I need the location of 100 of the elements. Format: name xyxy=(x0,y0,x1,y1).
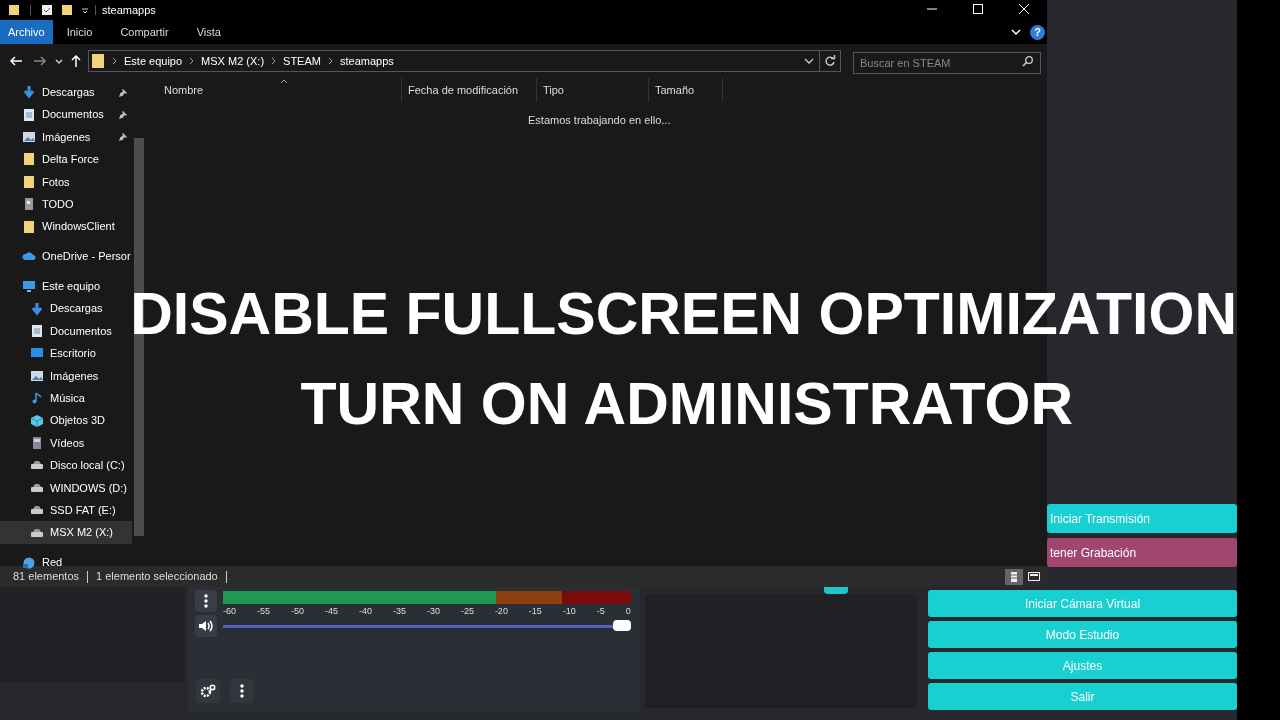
music-icon xyxy=(30,391,44,406)
folder-icon xyxy=(22,152,36,167)
scale-label: -40 xyxy=(358,605,372,617)
item-label: Descargas xyxy=(42,84,95,100)
ribbon-tab[interactable]: Vista xyxy=(182,20,235,44)
sidebar-item[interactable]: Descargas xyxy=(0,297,132,320)
column-header[interactable]: Tipo xyxy=(537,78,649,102)
sidebar-item[interactable]: Disco local (C:) xyxy=(0,454,132,477)
item-label: Red xyxy=(42,555,63,571)
settings-button[interactable] xyxy=(196,679,220,703)
sidebar-item[interactable]: Escritorio xyxy=(0,342,132,365)
item-label: Delta Force xyxy=(42,152,99,168)
item-label: Descargas xyxy=(50,301,103,317)
sidebar-item[interactable]: Imágenes xyxy=(0,125,132,149)
sidebar-item[interactable]: Este equipo xyxy=(0,275,132,298)
details-icon xyxy=(1011,571,1017,582)
control-button[interactable]: tener Grabación xyxy=(1047,538,1237,567)
details-view-button[interactable] xyxy=(1005,568,1023,585)
item-label: WindowsClient xyxy=(42,219,115,235)
scale-label: -35 xyxy=(392,605,406,617)
sidebar-item[interactable]: Documentos xyxy=(0,103,132,126)
refresh-icon[interactable] xyxy=(824,55,836,67)
document-icon xyxy=(22,107,36,122)
menu-button[interactable] xyxy=(230,679,254,703)
folder-icon xyxy=(91,53,105,69)
search-field[interactable]: Buscar en STEAM xyxy=(853,52,1041,74)
sidebar-item[interactable]: Imágenes xyxy=(0,364,132,388)
item-label: Música xyxy=(50,391,85,406)
item-label: Disco local (C:) xyxy=(50,458,125,474)
sidebar-item[interactable]: Objetos 3D xyxy=(0,409,132,432)
folder-icon xyxy=(8,4,20,16)
sidebar-item[interactable]: Documentos xyxy=(0,319,132,343)
sidebar-item[interactable]: OneDrive - Persor xyxy=(0,245,132,268)
video-icon xyxy=(30,436,44,451)
item-label: Vídeos xyxy=(50,435,85,451)
download-icon xyxy=(22,85,36,100)
image-icon xyxy=(30,368,44,383)
network-icon xyxy=(22,555,36,570)
item-label: Este equipo xyxy=(42,279,101,295)
breadcrumb-item[interactable]: STEAM xyxy=(283,52,321,70)
scale-label: -25 xyxy=(460,605,474,617)
column-header[interactable]: Fecha de modificación xyxy=(402,78,537,102)
sidebar-item[interactable]: WindowsClient xyxy=(0,215,132,238)
item-label: Imágenes xyxy=(50,368,99,384)
scale-label: -5 xyxy=(596,605,605,617)
chevron-down-icon[interactable] xyxy=(803,56,815,66)
help-button[interactable]: ? xyxy=(1030,24,1045,40)
sidebar-item[interactable]: TODO xyxy=(0,192,132,216)
item-label: OneDrive - Persor xyxy=(42,249,131,265)
speaker-icon xyxy=(198,620,214,632)
slider-thumb[interactable] xyxy=(613,620,631,631)
chevron-icon xyxy=(112,57,117,65)
scale-label: -10 xyxy=(562,605,576,617)
ribbon-tab[interactable]: Inicio xyxy=(52,20,107,44)
sidebar-item[interactable]: Fotos xyxy=(0,170,132,193)
scale-label: -60 xyxy=(223,605,236,617)
chevron-down-icon[interactable] xyxy=(1010,28,1022,36)
mute-button[interactable] xyxy=(195,615,217,637)
item-label: Fotos xyxy=(42,174,70,190)
sidebar-item[interactable]: Vídeos xyxy=(0,431,132,455)
item-label: Escritorio xyxy=(50,346,96,362)
breadcrumb-item[interactable]: steamapps xyxy=(339,52,394,70)
volume-slider[interactable] xyxy=(223,620,631,632)
scale-label: -15 xyxy=(528,605,542,617)
caret-icon[interactable] xyxy=(81,6,89,14)
ribbon-tab[interactable]: Compartir xyxy=(106,20,183,44)
window-title: steamapps xyxy=(102,2,156,18)
chevron-icon xyxy=(189,57,195,65)
computer-icon xyxy=(22,279,36,294)
item-label: Imágenes xyxy=(42,129,91,145)
item-label: Documentos xyxy=(42,107,104,123)
objects-icon xyxy=(30,413,44,428)
selection-count: 1 elemento seleccionado xyxy=(96,569,218,585)
item-label: MSX M2 (X:) xyxy=(50,525,113,541)
column-header[interactable]: Nombre xyxy=(158,78,402,102)
sidebar-item[interactable]: SSD FAT (E:) xyxy=(0,499,132,522)
ribbon-tab[interactable]: Archivo xyxy=(0,20,53,44)
breadcrumb-item[interactable]: Este equipo xyxy=(124,52,183,70)
column-header[interactable]: Tamaño xyxy=(649,78,723,102)
item-count: 81 elementos xyxy=(13,569,80,585)
sidebar-item[interactable]: Delta Force xyxy=(0,148,132,171)
download-icon xyxy=(30,301,44,316)
image-icon xyxy=(22,129,36,144)
caption-text: DISABLE FULLSCREEN OPTIMIZATION xyxy=(130,292,1237,336)
scale-label: -30 xyxy=(426,605,440,617)
breadcrumb-item[interactable]: MSX M2 (X:) xyxy=(201,52,265,70)
chevron-icon xyxy=(327,57,333,65)
toolbar-button[interactable] xyxy=(824,587,848,594)
address-bar[interactable]: Este equipo MSX M2 (X:) STEAM steamapps xyxy=(88,50,841,72)
item-label: Documentos xyxy=(50,323,112,339)
folder-icon xyxy=(22,219,36,234)
sidebar-item[interactable]: Música xyxy=(0,387,132,410)
tiles-icon xyxy=(1028,572,1040,581)
menu-button[interactable] xyxy=(195,590,217,612)
sidebar-item[interactable]: Descargas xyxy=(0,81,132,104)
scale-label: -55 xyxy=(257,605,270,617)
search-icon xyxy=(1022,55,1034,67)
status-message: Estamos trabajando en ello... xyxy=(528,113,671,128)
sidebar-item[interactable]: WINDOWS (D:) xyxy=(0,476,132,500)
sidebar-item[interactable]: MSX M2 (X:) xyxy=(0,521,132,544)
